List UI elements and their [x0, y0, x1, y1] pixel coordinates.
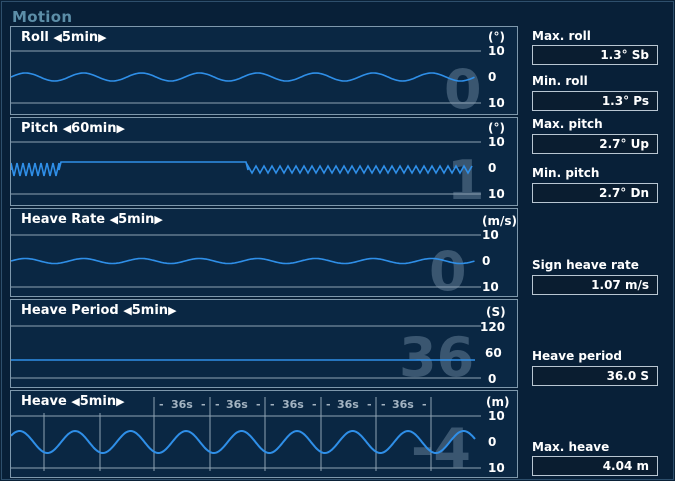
svg-text:-: - — [215, 398, 220, 411]
heave-period-marker: 36s — [226, 398, 248, 411]
heave-period-panel: Heave Period ◀5min▶ 36 (S) 120 60 0 — [10, 299, 518, 388]
svg-text:-: - — [270, 398, 275, 411]
heave-period-mid-tick: 60 — [485, 346, 502, 360]
heave-period-readout-label: Heave period — [532, 349, 623, 363]
svg-text:-: - — [201, 398, 206, 411]
svg-text:-: - — [381, 398, 386, 411]
svg-text:-: - — [326, 398, 331, 411]
pitch-bottom-tick: 10 — [488, 187, 505, 201]
heave-rate-top-tick: 10 — [482, 228, 499, 242]
svg-text:-: - — [367, 398, 372, 411]
svg-text:-: - — [312, 398, 317, 411]
roll-chart: (°) 10 0 10 — [11, 30, 505, 110]
heave-chart: - 36s - - 36s - - 36s - - 36s - - 36s - … — [11, 395, 509, 475]
heave-period-marker: 36s — [392, 398, 414, 411]
sign-heave-rate-value: 1.07 m/s — [532, 275, 658, 295]
pitch-panel: Pitch ◀60min▶ 1 (°) 10 0 10 — [10, 117, 518, 208]
roll-trace — [11, 72, 475, 82]
heave-unit-label: (m) — [486, 395, 509, 409]
pitch-trace — [11, 161, 473, 177]
max-heave-label: Max. heave — [532, 440, 610, 454]
min-pitch-value: 2.7° Dn — [532, 183, 658, 203]
heave-period-unit-label: (S) — [486, 305, 506, 319]
heave-period-chart: (S) 120 60 0 — [11, 305, 506, 386]
svg-text:-: - — [256, 398, 261, 411]
heave-period-marker: 36s — [337, 398, 359, 411]
heave-panel: Heave ◀5min▶ -4 - 36s - - 36s - - 36s - … — [10, 390, 518, 478]
roll-top-tick: 10 — [488, 44, 505, 58]
heave-top-tick: 10 — [488, 409, 505, 423]
svg-text:-: - — [422, 398, 427, 411]
heave-mid-tick: 0 — [488, 435, 496, 449]
heave-period-bottom-tick: 0 — [488, 372, 496, 386]
min-roll-label: Min. roll — [532, 74, 588, 88]
heave-period-marker: 36s — [171, 398, 193, 411]
max-heave-value: 4.04 m — [532, 456, 658, 476]
max-pitch-label: Max. pitch — [532, 117, 603, 131]
roll-unit-label: (°) — [488, 30, 505, 44]
heave-period-readout-value: 36.0 S — [532, 366, 658, 386]
heave-trace — [11, 429, 476, 454]
svg-text:-: - — [159, 398, 164, 411]
heave-bottom-tick: 10 — [488, 461, 505, 475]
heave-period-top-tick: 120 — [480, 320, 505, 334]
heave-rate-trace — [11, 257, 475, 265]
heave-rate-unit-label: (m/s) — [482, 214, 517, 228]
max-roll-label: Max. roll — [532, 29, 591, 43]
pitch-top-tick: 10 — [488, 135, 505, 149]
sign-heave-rate-label: Sign heave rate — [532, 258, 639, 272]
max-pitch-value: 2.7° Up — [532, 134, 658, 154]
max-roll-value: 1.3° Sb — [532, 45, 658, 65]
min-roll-value: 1.3° Ps — [532, 91, 658, 111]
roll-panel: Roll ◀5min▶ 0 (°) 10 0 10 — [10, 26, 518, 117]
heave-rate-bottom-tick: 10 — [482, 280, 499, 294]
heave-period-marker: 36s — [282, 398, 304, 411]
heave-rate-chart: (m/s) 10 0 10 — [11, 214, 517, 294]
pitch-mid-tick: 0 — [488, 161, 496, 175]
heave-rate-panel: Heave Rate ◀5min▶ 0 (m/s) 10 0 10 — [10, 208, 518, 299]
roll-bottom-tick: 10 — [488, 96, 505, 110]
heave-rate-mid-tick: 0 — [482, 254, 490, 268]
pitch-chart: (°) 10 0 10 — [11, 121, 505, 201]
min-pitch-label: Min. pitch — [532, 166, 600, 180]
pitch-unit-label: (°) — [488, 121, 505, 135]
roll-mid-tick: 0 — [488, 70, 496, 84]
page-title: Motion — [12, 8, 73, 26]
